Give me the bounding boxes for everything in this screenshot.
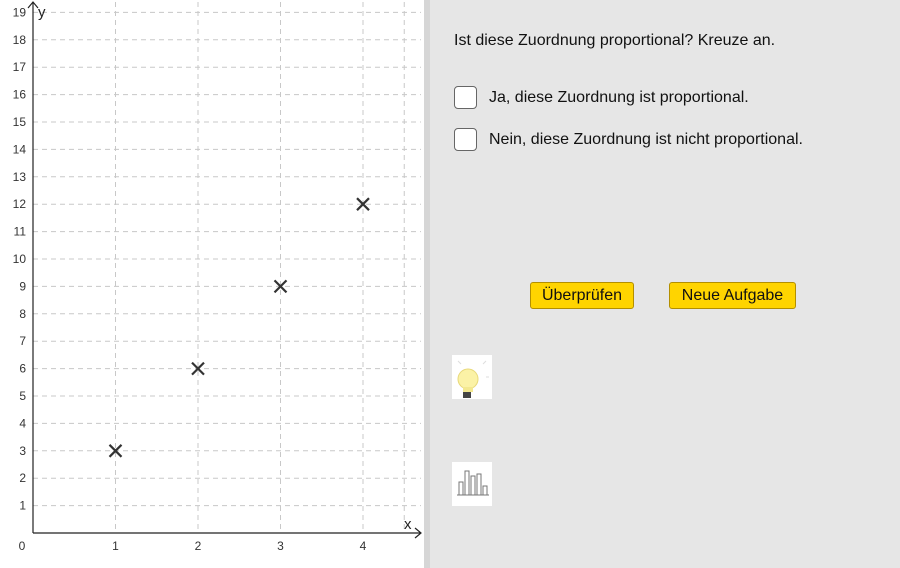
option-yes[interactable]: Ja, diese Zuordnung ist proportional. bbox=[454, 86, 749, 109]
bar-chart-icon bbox=[457, 470, 489, 496]
y-tick-label: 3 bbox=[19, 444, 26, 458]
x-tick-label: 0 bbox=[19, 539, 26, 553]
task-panel: Ist diese Zuordnung proportional? Kreuze… bbox=[430, 0, 900, 568]
y-axis-label: y bbox=[38, 4, 46, 21]
option-yes-checkbox[interactable] bbox=[454, 86, 477, 109]
x-tick-label: 1 bbox=[112, 539, 119, 553]
data-points bbox=[108, 197, 370, 458]
option-yes-label: Ja, diese Zuordnung ist proportional. bbox=[489, 88, 749, 106]
option-no-checkbox[interactable] bbox=[454, 128, 477, 151]
new-task-button[interactable]: Neue Aufgabe bbox=[669, 282, 796, 309]
axes: x y bbox=[27, 1, 422, 539]
x-tick-label: 2 bbox=[195, 539, 202, 553]
y-tick-label: 9 bbox=[19, 279, 26, 293]
y-tick-label: 6 bbox=[19, 362, 26, 376]
x-axis-label: x bbox=[404, 516, 412, 533]
y-tick-label: 19 bbox=[13, 5, 27, 19]
y-tick-label: 4 bbox=[19, 416, 26, 430]
y-tick-label: 12 bbox=[13, 197, 27, 211]
y-tick-label: 2 bbox=[19, 471, 26, 485]
y-tick-label: 14 bbox=[13, 142, 27, 156]
hint-button[interactable] bbox=[452, 355, 492, 399]
y-tick-label: 1 bbox=[19, 499, 26, 513]
option-no[interactable]: Nein, diese Zuordnung ist nicht proporti… bbox=[454, 128, 803, 151]
y-tick-label: 5 bbox=[19, 389, 26, 403]
y-tick-label: 8 bbox=[19, 307, 26, 321]
x-tick-label: 4 bbox=[360, 539, 367, 553]
y-tick-label: 15 bbox=[13, 115, 27, 129]
lightbulb-icon bbox=[457, 360, 489, 398]
y-tick-label: 10 bbox=[13, 252, 27, 266]
tick-labels: 123456789101112131415161718190 1 2 3 4 bbox=[13, 5, 367, 553]
y-tick-label: 13 bbox=[13, 170, 27, 184]
statistics-button[interactable] bbox=[452, 462, 492, 506]
y-tick-label: 17 bbox=[13, 60, 27, 74]
question-text: Ist diese Zuordnung proportional? Kreuze… bbox=[454, 32, 776, 49]
x-tick-label: 3 bbox=[277, 539, 284, 553]
check-button[interactable]: Überprüfen bbox=[530, 282, 634, 309]
y-tick-label: 11 bbox=[14, 225, 27, 239]
y-tick-label: 18 bbox=[13, 33, 27, 47]
option-no-label: Nein, diese Zuordnung ist nicht proporti… bbox=[489, 130, 803, 148]
grid-lines bbox=[33, 2, 421, 533]
coordinate-graph: x y 123456789101112131415161718190 1 2 3 4 bbox=[13, 1, 422, 553]
y-tick-label: 16 bbox=[13, 88, 27, 102]
y-tick-label: 7 bbox=[19, 334, 26, 348]
